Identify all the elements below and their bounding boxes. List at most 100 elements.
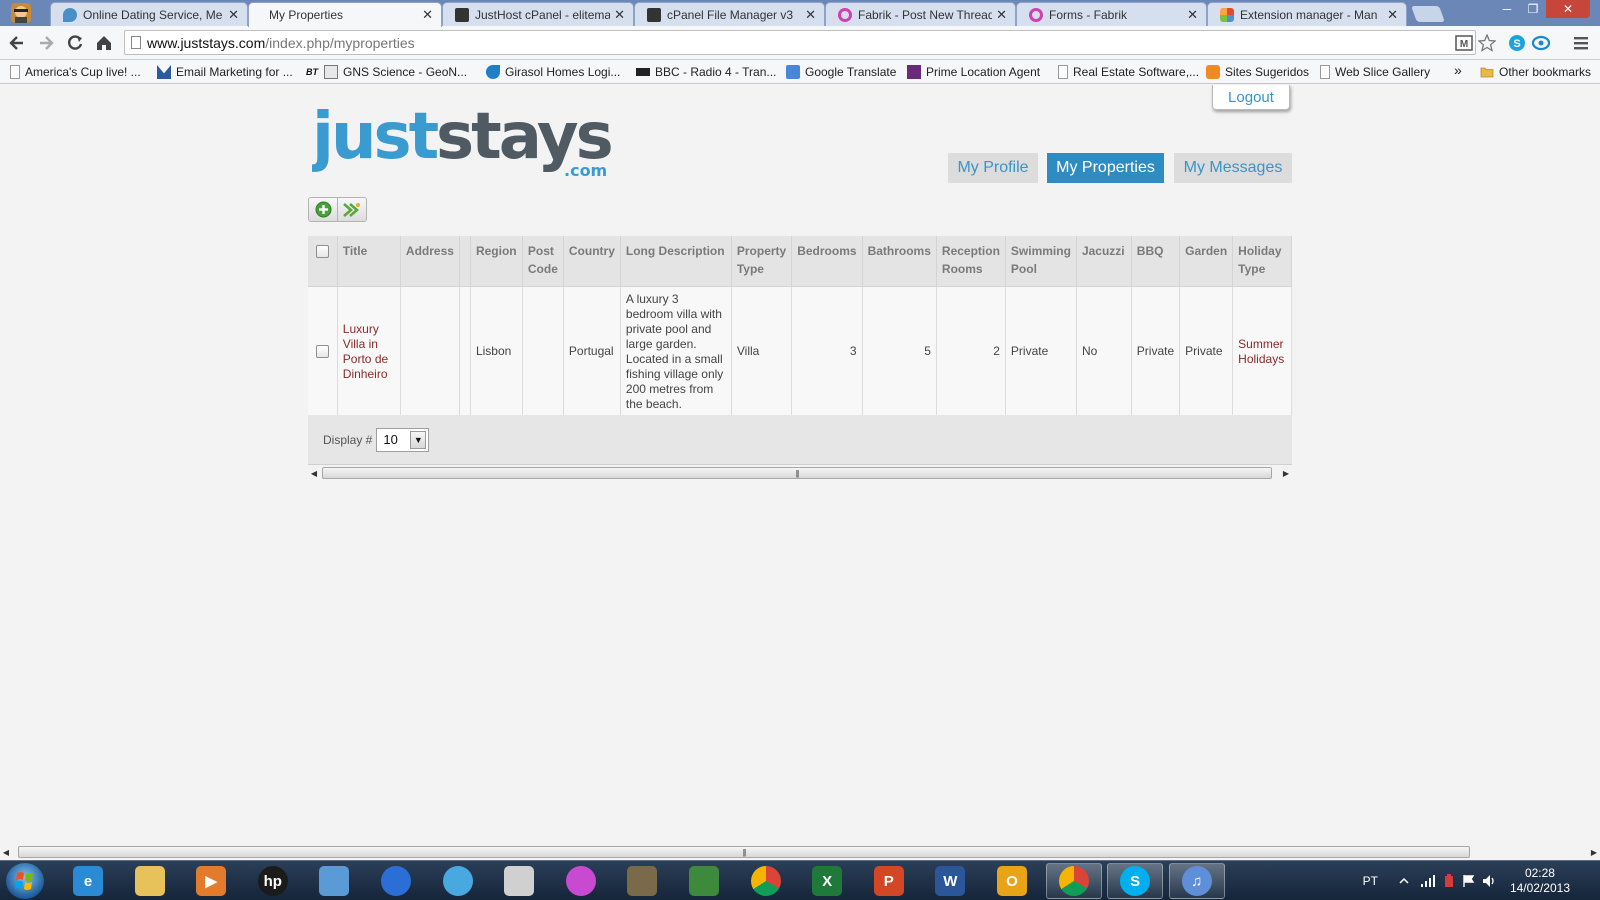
taskbar-app-button[interactable] (553, 863, 609, 899)
cell-title[interactable]: Luxury Villa in Porto de Dinheiro (337, 286, 401, 418)
sync-extension-icon[interactable] (1532, 34, 1550, 52)
taskbar-app-button[interactable] (614, 863, 670, 899)
taskbar-app-button[interactable]: X (799, 863, 855, 899)
browser-tab[interactable]: My Properties ✕ (248, 2, 442, 27)
reload-icon[interactable] (65, 33, 85, 53)
minimize-button[interactable]: ─ (1494, 0, 1520, 18)
bookmark-item[interactable]: Sites Sugeridos (1206, 64, 1309, 80)
bookmark-star-icon[interactable] (1478, 34, 1496, 52)
close-tab-icon[interactable]: ✕ (1387, 7, 1398, 23)
cell-holiday[interactable]: Summer Holidays (1232, 286, 1292, 418)
taskbar-app-button[interactable]: O (984, 863, 1040, 899)
bookmark-item[interactable]: Google Translate (786, 64, 896, 80)
network-signal-icon[interactable] (1420, 874, 1436, 888)
browser-tab[interactable]: JustHost cPanel - eliteman ✕ (442, 2, 634, 26)
taskbar-app-button[interactable]: S (1107, 863, 1164, 899)
profile-avatar-icon[interactable] (8, 1, 34, 25)
taskbar-app-button[interactable]: ♫ (1168, 863, 1225, 899)
taskbar-app-button[interactable] (430, 863, 486, 899)
menu-icon[interactable] (1572, 34, 1590, 52)
close-tab-icon[interactable]: ✕ (805, 7, 816, 23)
column-header-title[interactable]: Title (337, 236, 401, 287)
column-header-garden[interactable]: Garden (1179, 236, 1234, 287)
taskbar-app-button[interactable] (1045, 863, 1102, 899)
close-tab-icon[interactable]: ✕ (614, 7, 625, 23)
bookmarks-overflow-chevron[interactable]: » (1454, 62, 1462, 78)
column-header-region[interactable]: Region (470, 236, 523, 287)
nav-my-profile[interactable]: My Profile (948, 153, 1038, 183)
bookmark-item[interactable]: BT GNS Science - GeoN... (306, 64, 467, 80)
column-header-reception[interactable]: Reception Rooms (936, 236, 1006, 287)
page-horizontal-scrollbar[interactable]: ◀ ||| ▶ (0, 844, 1600, 860)
row-checkbox[interactable] (315, 345, 329, 359)
skype-extension-icon[interactable]: S (1508, 34, 1526, 52)
taskbar-app-button[interactable] (491, 863, 547, 899)
taskbar-app-button[interactable]: e (60, 863, 116, 899)
bookmark-item[interactable]: Girasol Homes Logi... (486, 64, 620, 80)
select-all-checkbox[interactable] (315, 245, 329, 259)
browser-tab[interactable]: Forms - Fabrik ✕ (1016, 2, 1207, 26)
taskbar-app-button[interactable] (122, 863, 178, 899)
bookmark-item[interactable]: Real Estate Software,... (1058, 64, 1199, 80)
address-bar[interactable]: www.juststays.com/index.php/myproperties (124, 30, 1476, 55)
nav-my-properties[interactable]: My Properties (1047, 153, 1164, 183)
power-warning-icon[interactable] (1442, 874, 1456, 888)
taskbar-app-button[interactable]: hp (245, 863, 301, 899)
forward-arrow-icon[interactable] (36, 33, 56, 53)
bookmark-item[interactable]: BBC - Radio 4 - Tran... (636, 64, 776, 80)
column-header-bedrooms[interactable]: Bedrooms (791, 236, 863, 287)
filter-button[interactable] (337, 198, 366, 221)
page-scrollbar-thumb[interactable]: ||| (18, 846, 1470, 858)
nav-my-messages[interactable]: My Messages (1174, 153, 1292, 183)
taskbar-app-button[interactable] (368, 863, 424, 899)
taskbar-app-button[interactable] (676, 863, 732, 899)
back-arrow-icon[interactable] (7, 33, 27, 53)
home-icon[interactable] (94, 33, 114, 53)
window-close-button[interactable]: ✕ (1546, 0, 1590, 18)
taskbar-app-button[interactable]: P (861, 863, 917, 899)
taskbar-app-button[interactable] (306, 863, 362, 899)
show-hidden-icons-arrow-icon[interactable] (1398, 875, 1410, 887)
column-header-longdesc[interactable]: Long Description (620, 236, 732, 287)
page-scroll-left-arrow-icon[interactable]: ◀ (0, 848, 12, 857)
close-tab-icon[interactable]: ✕ (996, 7, 1007, 23)
column-header-jacuzzi[interactable]: Jacuzzi (1076, 236, 1132, 287)
column-header-bbq[interactable]: BBQ (1131, 236, 1181, 287)
extension-icon[interactable]: M (1455, 34, 1473, 52)
column-header-postcode[interactable]: Post Code (522, 236, 564, 287)
close-tab-icon[interactable]: ✕ (228, 7, 239, 23)
column-header-bathrooms[interactable]: Bathrooms (862, 236, 937, 287)
browser-tab[interactable]: cPanel File Manager v3 ✕ (634, 2, 825, 26)
column-header-address[interactable]: Address (400, 236, 460, 287)
system-clock[interactable]: 02:28 14/02/2013 (1510, 866, 1570, 896)
close-tab-icon[interactable]: ✕ (422, 7, 433, 23)
table-scrollbar-thumb[interactable]: ||| (322, 467, 1272, 479)
close-tab-icon[interactable]: ✕ (1187, 7, 1198, 23)
bookmark-item[interactable]: Web Slice Gallery (1320, 64, 1430, 80)
display-count-select[interactable]: 10 ▼ (376, 427, 430, 452)
add-property-button[interactable] (309, 198, 337, 221)
volume-icon[interactable] (1482, 874, 1498, 888)
bookmark-item[interactable]: Prime Location Agent (907, 64, 1040, 80)
column-header-holiday[interactable]: Holiday Type (1232, 236, 1292, 287)
logout-button[interactable]: Logout (1212, 85, 1290, 110)
column-header-country[interactable]: Country (563, 236, 621, 287)
bookmark-item[interactable]: America's Cup live! ... (10, 64, 141, 80)
page-scroll-right-arrow-icon[interactable]: ▶ (1588, 848, 1600, 857)
browser-tab[interactable]: Fabrik - Post New Thread ✕ (825, 2, 1016, 26)
language-indicator[interactable]: PT (1363, 874, 1378, 888)
column-header-pool[interactable]: Swimming Pool (1005, 236, 1077, 287)
column-header-proptype[interactable]: Property Type (731, 236, 793, 287)
maximize-button[interactable]: ❐ (1520, 0, 1546, 18)
other-bookmarks-folder[interactable]: Other bookmarks (1480, 64, 1591, 80)
taskbar-app-button[interactable]: W (922, 863, 978, 899)
action-center-flag-icon[interactable] (1462, 874, 1476, 888)
column-header-blank[interactable] (459, 236, 471, 287)
scroll-left-arrow-icon[interactable]: ◀ (308, 469, 320, 478)
start-button[interactable] (6, 863, 44, 899)
new-tab-button[interactable] (1411, 6, 1445, 22)
juststays-logo[interactable]: just stays .com (309, 100, 615, 180)
scroll-right-arrow-icon[interactable]: ▶ (1280, 469, 1292, 478)
browser-tab[interactable]: Extension manager - Man ✕ (1207, 2, 1407, 26)
taskbar-app-button[interactable] (738, 863, 794, 899)
